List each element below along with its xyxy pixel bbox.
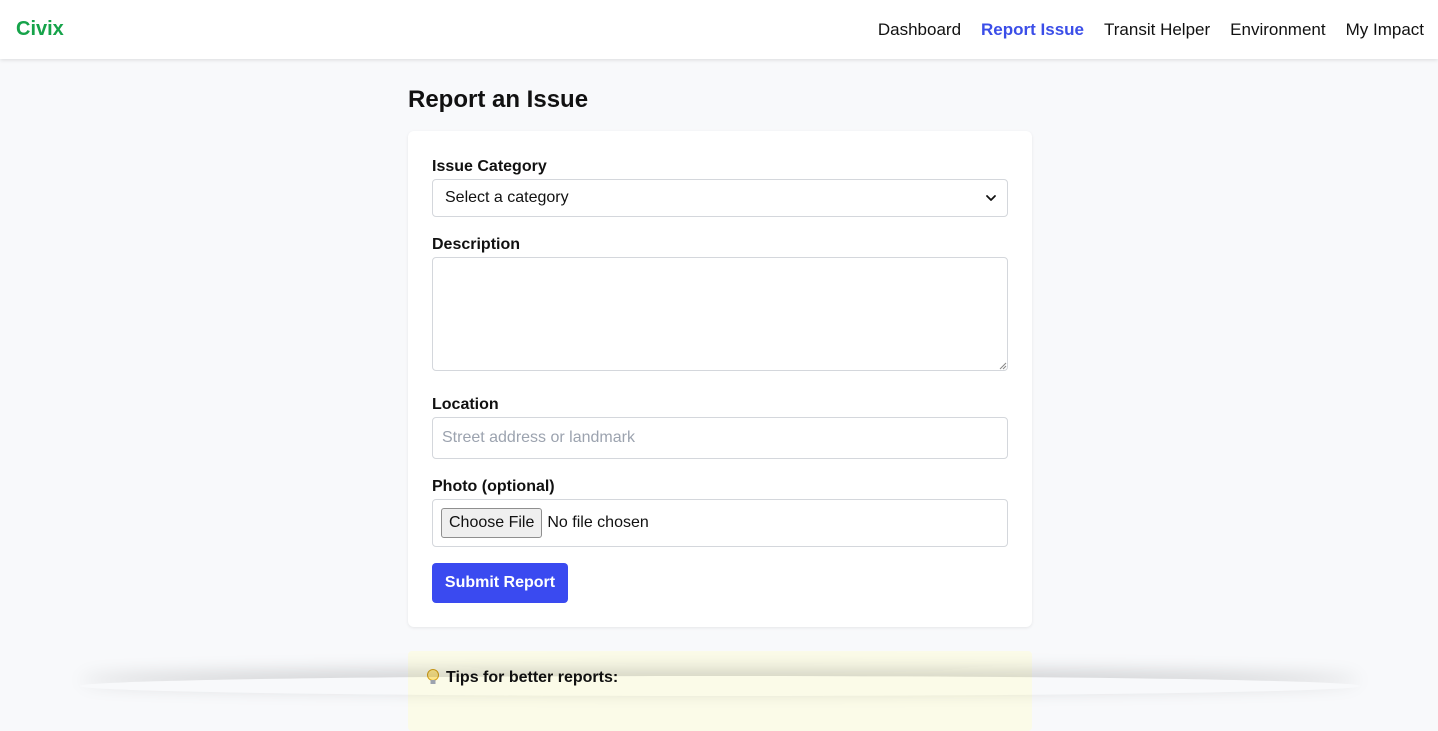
category-selected-value: Select a category <box>445 189 569 206</box>
nav-links: Dashboard Report Issue Transit Helper En… <box>878 20 1424 40</box>
description-label: Description <box>432 236 521 253</box>
category-label: Issue Category <box>432 158 547 175</box>
description-textarea[interactable] <box>432 257 1008 371</box>
nav-my-impact[interactable]: My Impact <box>1346 20 1424 40</box>
resize-grip-icon[interactable] <box>998 361 1007 370</box>
bottom-shadow <box>80 676 1360 696</box>
nav-transit-helper[interactable]: Transit Helper <box>1104 20 1210 40</box>
choose-file-button[interactable]: Choose File <box>441 508 543 538</box>
chevron-down-icon <box>986 195 996 201</box>
location-input[interactable]: Street address or landmark <box>432 417 1008 459</box>
submit-report-button[interactable]: Submit Report <box>432 563 568 603</box>
nav-dashboard[interactable]: Dashboard <box>878 20 961 40</box>
photo-label: Photo (optional) <box>432 478 555 495</box>
category-select[interactable]: Select a category <box>432 179 1008 217</box>
brand-logo[interactable]: Civix <box>16 18 64 41</box>
page-title: Report an Issue <box>408 86 589 113</box>
top-navbar: Civix Dashboard Report Issue Transit Hel… <box>0 0 1438 59</box>
report-form-card: Issue Category Select a category Descrip… <box>408 131 1032 627</box>
nav-environment[interactable]: Environment <box>1230 20 1325 40</box>
location-label: Location <box>432 396 499 413</box>
photo-file-input: Choose File No file chosen <box>432 499 1008 547</box>
nav-report-issue[interactable]: Report Issue <box>981 20 1084 40</box>
file-status: No file chosen <box>547 514 649 531</box>
